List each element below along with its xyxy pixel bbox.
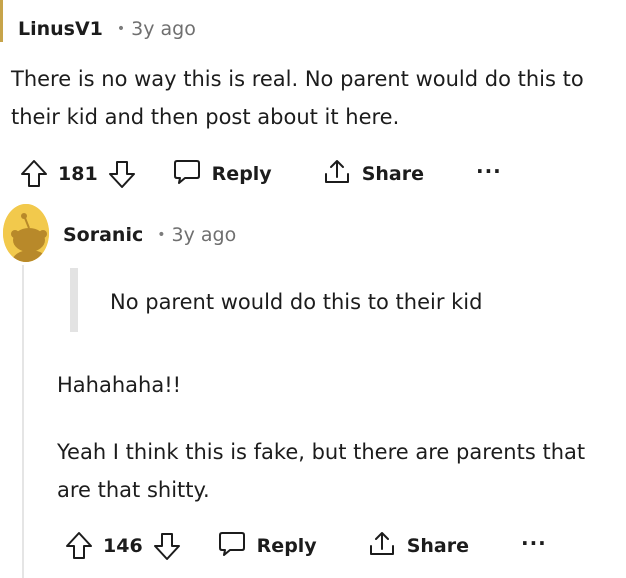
- parent-avatar-edge: [0, 0, 3, 42]
- downvote-arrow-icon[interactable]: [106, 154, 138, 194]
- reply-button[interactable]: Reply: [172, 157, 272, 192]
- share-upload-icon: [367, 529, 397, 564]
- ellipsis-icon[interactable]: ···: [521, 533, 547, 553]
- comment-timestamp[interactable]: 3y ago: [131, 18, 196, 40]
- upvote-arrow-icon[interactable]: [18, 154, 50, 194]
- comment-author[interactable]: Soranic: [63, 224, 143, 246]
- reply-button[interactable]: Reply: [217, 529, 317, 564]
- ellipsis-icon[interactable]: ···: [476, 161, 502, 181]
- reply-label: Reply: [256, 535, 317, 557]
- share-button[interactable]: Share: [367, 529, 469, 564]
- comment-action-bar: 181 Reply Share ···: [18, 154, 502, 194]
- share-label: Share: [361, 163, 424, 185]
- comment-body: There is no way this is real. No parent …: [11, 67, 584, 129]
- blockquote-bar: [70, 268, 78, 332]
- comment-timestamp[interactable]: 3y ago: [172, 224, 237, 246]
- comment-header: LinusV1 • 3y ago: [18, 14, 196, 44]
- share-label: Share: [406, 535, 469, 557]
- share-button[interactable]: Share: [322, 157, 424, 192]
- comment-header: Soranic • 3y ago: [63, 220, 236, 250]
- vote-count: 146: [103, 535, 143, 557]
- meta-separator: •: [157, 227, 166, 243]
- speech-bubble-icon: [172, 157, 202, 192]
- downvote-arrow-icon[interactable]: [151, 526, 183, 566]
- blockquote-text: No parent would do this to their kid: [110, 290, 483, 314]
- comment-thread: LinusV1 • 3y ago There is no way this is…: [0, 0, 626, 578]
- thread-line[interactable]: [22, 265, 24, 578]
- reply-label: Reply: [211, 163, 272, 185]
- snoo-avatar-icon[interactable]: [3, 204, 49, 262]
- comment-body-paragraph: Yeah I think this is fake, but there are…: [57, 440, 586, 502]
- comment-body-paragraph: Hahahaha!!: [57, 373, 182, 397]
- vote-count: 181: [58, 163, 98, 185]
- comment-author[interactable]: LinusV1: [18, 18, 103, 40]
- meta-separator: •: [116, 21, 126, 37]
- comment-action-bar: 146 Reply Share ···: [63, 526, 547, 566]
- share-upload-icon: [322, 157, 352, 192]
- upvote-arrow-icon[interactable]: [63, 526, 95, 566]
- speech-bubble-icon: [217, 529, 247, 564]
